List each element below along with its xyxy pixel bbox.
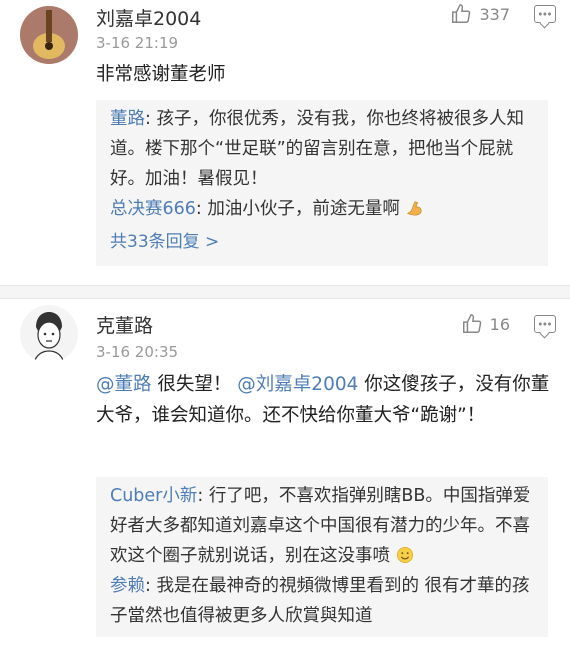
- reply-username[interactable]: Cuber小新: [110, 486, 197, 506]
- reply-text: : 我是在最神奇的視頻微博里看到的 很有才華的孩子當然也值得被更多人欣賞與知道: [110, 576, 530, 626]
- flexed-biceps-icon: [407, 201, 423, 216]
- reply-box: 董路: 孩子，你很优秀，没有我，你也终将被很多人知道。楼下那个“世足联”的留言别…: [96, 100, 548, 266]
- reply-text: : 孩子，你很优秀，没有我，你也终将被很多人知道。楼下那个“世足联”的留言别在意…: [110, 109, 524, 189]
- reply-item: 总决赛666: 加油小伙子，前途无量啊: [110, 194, 534, 224]
- avatar[interactable]: [20, 6, 78, 64]
- reply-icon[interactable]: [534, 315, 556, 333]
- reply-text: : 加油小伙子，前途无量啊: [195, 199, 400, 219]
- comment-item: 刘嘉卓2004 3-16 21:19 337 非常感谢董老师 董路: 孩子，你很…: [0, 0, 570, 285]
- like-button[interactable]: 337: [450, 3, 510, 25]
- view-all-replies-link[interactable]: 共33条回复 >: [110, 224, 534, 260]
- avatar[interactable]: [20, 305, 78, 363]
- comment-text: 非常感谢董老师: [96, 64, 226, 85]
- like-count: 337: [479, 4, 510, 24]
- reply-username[interactable]: 参赖: [110, 576, 145, 596]
- comment-text-part: 很失望！: [151, 374, 232, 395]
- reply-username[interactable]: 总决赛666: [110, 199, 196, 219]
- reply-username[interactable]: 董路: [110, 109, 145, 129]
- mention-link[interactable]: @董路: [96, 374, 152, 395]
- mention-link[interactable]: @刘嘉卓2004: [237, 374, 358, 395]
- thumbs-up-icon: [462, 314, 481, 333]
- comment-item: 克董路 3-16 20:35 16 @董路 很失望！ @刘嘉卓2004 你这傻孩…: [0, 297, 570, 649]
- thumbs-up-icon: [452, 4, 471, 23]
- comment-text: @董路 很失望！ @刘嘉卓2004 你这傻孩子，没有你董大爷，谁会知道你。还不快…: [96, 369, 550, 431]
- timestamp: 3-16 21:19: [96, 34, 179, 52]
- grinning-face-icon: [396, 546, 413, 564]
- reply-item: 参赖: 我是在最神奇的視頻微博里看到的 很有才華的孩子當然也值得被更多人欣賞與知…: [110, 571, 534, 631]
- like-button[interactable]: 16: [461, 313, 510, 335]
- username[interactable]: 刘嘉卓2004: [96, 4, 201, 31]
- timestamp: 3-16 20:35: [96, 343, 179, 361]
- reply-icon[interactable]: [534, 5, 556, 23]
- like-count: 16: [489, 314, 510, 334]
- reply-item: 董路: 孩子，你很优秀，没有我，你也终将被很多人知道。楼下那个“世足联”的留言别…: [110, 104, 534, 194]
- reply-box: Cuber小新: 行了吧，不喜欢指弹别瞎BB。中国指弹爱好者大多都知道刘嘉卓这个…: [96, 477, 548, 637]
- reply-item: Cuber小新: 行了吧，不喜欢指弹别瞎BB。中国指弹爱好者大多都知道刘嘉卓这个…: [110, 481, 534, 571]
- username[interactable]: 克董路: [96, 311, 153, 338]
